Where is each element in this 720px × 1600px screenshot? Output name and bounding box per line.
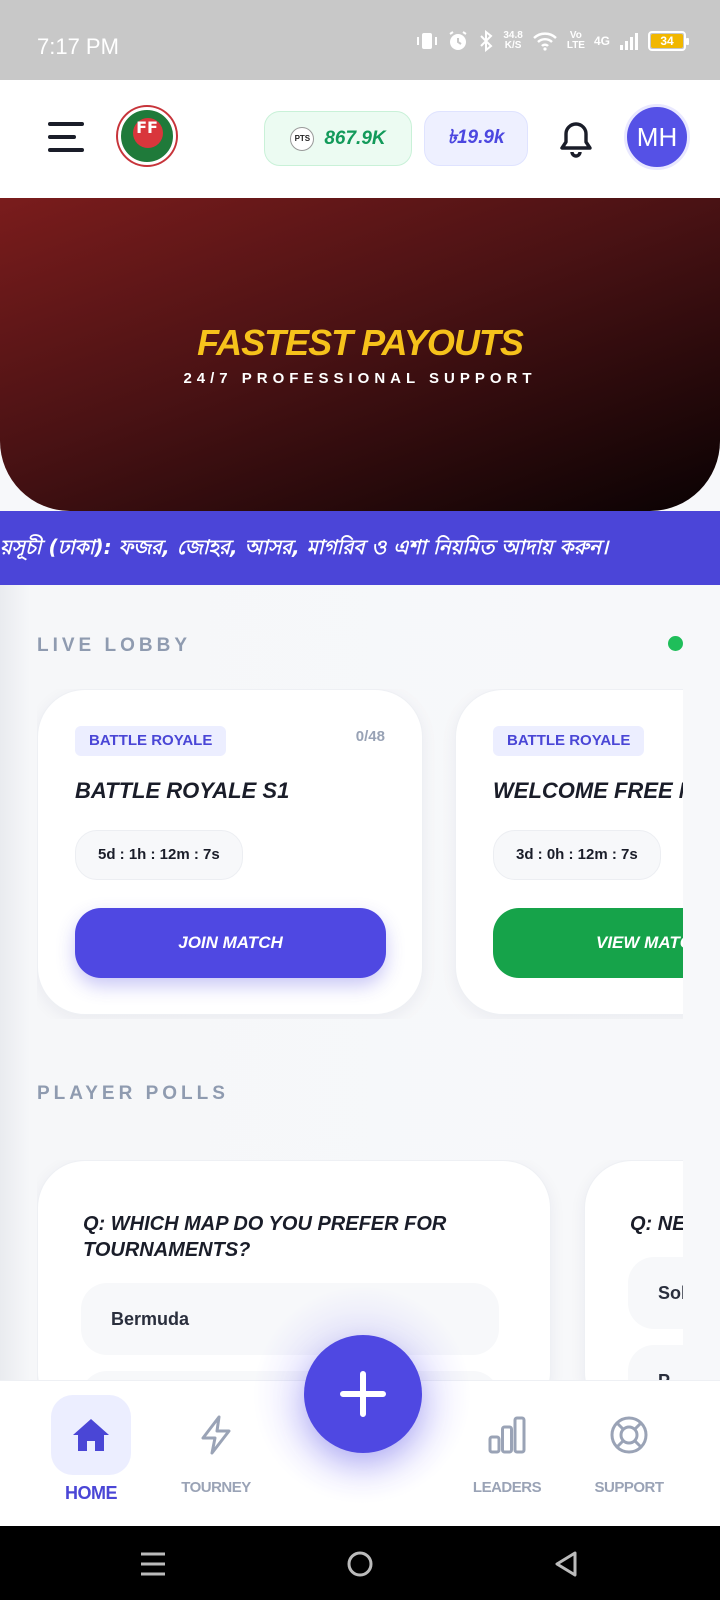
alarm-icon: [449, 31, 467, 50]
nav-label: HOME: [65, 1483, 118, 1503]
home-button[interactable]: [340, 1544, 380, 1584]
poll-card: Q: NE Sol P: [584, 1160, 683, 1380]
recents-button[interactable]: [133, 1544, 173, 1584]
volte-indicator: Vo LTE: [566, 30, 585, 51]
nav-home[interactable]: HOME: [41, 1395, 141, 1504]
network-type: 4G: [593, 34, 610, 48]
promo-banner[interactable]: FASTEST PAYOUTS 24/7 PROFESSIONAL SUPPOR…: [0, 198, 720, 511]
circle-home-icon: [347, 1551, 373, 1577]
back-triangle-icon: [555, 1551, 577, 1577]
avatar[interactable]: MH: [624, 104, 690, 170]
home-icon: [73, 1419, 109, 1451]
join-match-button[interactable]: JOIN MATCH: [75, 908, 386, 978]
points-icon: PTS: [290, 126, 315, 151]
app-header: FF PTS 867.9K ৳19.9k MH: [0, 80, 720, 198]
wifi-icon: [533, 32, 557, 51]
nav-support[interactable]: SUPPORT: [579, 1395, 679, 1496]
bluetooth-icon: [480, 30, 493, 52]
bolt-icon: [201, 1415, 231, 1455]
net-speed: 34.8 K/S: [503, 30, 523, 51]
create-fab-button[interactable]: [304, 1335, 422, 1453]
bell-icon[interactable]: [554, 118, 598, 162]
match-tag: BATTLE ROYALE: [493, 726, 645, 756]
status-time: 7:17 PM: [37, 34, 119, 59]
nav-label: SUPPORT: [594, 1479, 664, 1496]
app-logo[interactable]: FF: [118, 107, 176, 165]
notice-marquee: য়সূচী (ঢাকা): ফজর, জোহর, আসর, মাগরিব ও …: [0, 511, 720, 585]
match-slots: 0/48: [355, 728, 385, 745]
recents-icon: [141, 1552, 165, 1576]
system-nav-bar: [0, 1526, 720, 1600]
signal-icon: [620, 33, 638, 50]
match-timer: 5d : 1h : 12m : 7s: [75, 830, 243, 880]
view-match-button[interactable]: VIEW MATC: [493, 908, 683, 978]
match-name: BATTLE ROYALE S1: [75, 778, 290, 803]
player-polls-title: PLAYER POLLS: [37, 1083, 229, 1104]
nav-label: LEADERS: [472, 1479, 542, 1496]
poll-option[interactable]: Sol: [628, 1257, 683, 1329]
nav-label: TOURNEY: [181, 1479, 251, 1496]
nav-leaders[interactable]: LEADERS: [457, 1395, 557, 1496]
main-content: LIVE LOBBY BATTLE ROYALE 0/48 BATTLE ROY…: [0, 585, 720, 1380]
battery-level: 34: [651, 34, 683, 48]
status-bar: 7:17 PM 34.8 K/S Vo LTE 4G 34: [0, 0, 720, 80]
logo-text: FF: [136, 118, 158, 137]
back-button[interactable]: [546, 1544, 586, 1584]
poll-question: Q: NE: [630, 1213, 683, 1235]
status-icons: 34.8 K/S Vo LTE 4G 34: [416, 30, 689, 52]
match-carousel[interactable]: BATTLE ROYALE 0/48 BATTLE ROYALE S1 5d :…: [37, 689, 683, 1019]
nav-tourney[interactable]: TOURNEY: [166, 1395, 266, 1496]
battery-icon: 34: [648, 31, 689, 51]
poll-option[interactable]: P: [628, 1345, 683, 1380]
match-name: WELCOME FREE M: [493, 778, 683, 803]
balance-value: ৳19.9k: [447, 126, 505, 148]
banner-subtitle: 24/7 PROFESSIONAL SUPPORT: [183, 370, 537, 387]
match-card[interactable]: BATTLE ROYALE 0/48 BATTLE ROYALE S1 5d :…: [37, 689, 423, 1015]
bar-chart-icon: [488, 1416, 526, 1454]
match-timer: 3d : 0h : 12m : 7s: [493, 830, 661, 880]
live-lobby-title: LIVE LOBBY: [37, 635, 192, 656]
balance-pill[interactable]: ৳19.9k: [424, 111, 528, 166]
banner-title: FASTEST PAYOUTS: [197, 322, 524, 363]
points-value: 867.9K: [324, 127, 386, 149]
vibrate-icon: [417, 33, 438, 49]
match-card[interactable]: BATTLE ROYALE WELCOME FREE M 3d : 0h : 1…: [455, 689, 683, 1015]
points-pill[interactable]: PTS 867.9K: [264, 111, 412, 166]
lifebuoy-icon: [610, 1416, 648, 1454]
plus-icon: [340, 1371, 386, 1417]
match-tag: BATTLE ROYALE: [75, 726, 227, 756]
poll-question: Q: WHICH MAP DO YOU PREFER FOR TOURNAMEN…: [83, 1213, 447, 1261]
live-status-dot: [668, 636, 683, 651]
menu-icon[interactable]: [48, 122, 84, 152]
marquee-text: য়সূচী (ঢাকা): ফজর, জোহর, আসর, মাগরিব ও …: [0, 535, 609, 559]
